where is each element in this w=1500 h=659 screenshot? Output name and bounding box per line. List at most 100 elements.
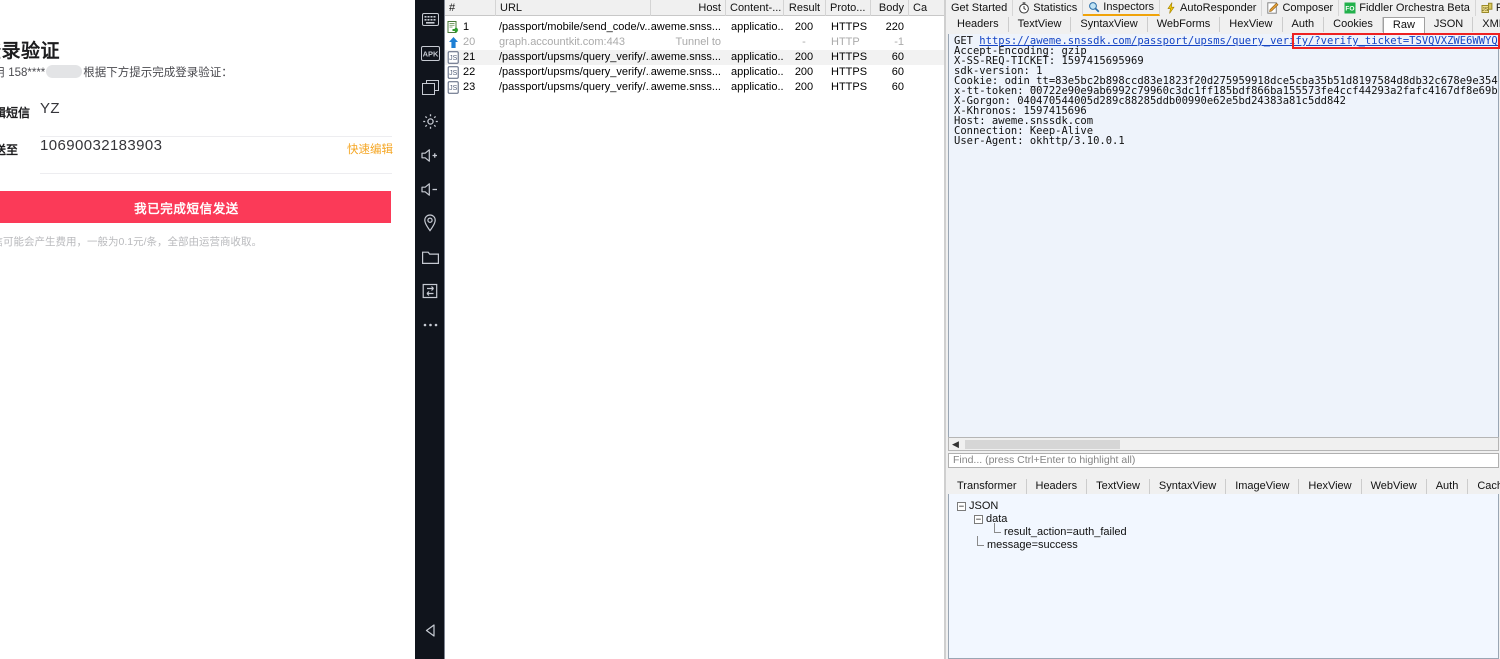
sms-content-value[interactable]: YZ bbox=[40, 100, 60, 117]
column-header-number[interactable]: # bbox=[445, 0, 495, 16]
location-pin-icon[interactable] bbox=[415, 206, 445, 240]
column-header-protocol[interactable]: Proto... bbox=[825, 0, 870, 16]
session-protocol-cell: HTTPS bbox=[831, 21, 868, 33]
session-protocol-cell: HTTPS bbox=[831, 51, 868, 63]
sms-sent-confirm-button[interactable]: 我已完成短信发送 bbox=[0, 191, 391, 223]
table-row[interactable]: JS 21 /passport/upsms/query_verify/... a… bbox=[445, 50, 945, 65]
tab-syntaxview[interactable]: SyntaxView bbox=[1071, 17, 1148, 32]
back-triangle-icon[interactable] bbox=[415, 613, 445, 647]
tab-composer[interactable]: Composer bbox=[1262, 0, 1340, 16]
tab-response-hexview[interactable]: HexView bbox=[1299, 478, 1362, 494]
tree-node-data[interactable]: − data bbox=[957, 513, 1498, 526]
collapse-toggle-icon[interactable]: − bbox=[957, 502, 966, 511]
session-body-cell: 220 bbox=[885, 21, 904, 33]
scrollbar-thumb[interactable] bbox=[965, 440, 1120, 449]
magnifier-icon bbox=[1089, 2, 1100, 13]
svg-text:APK: APK bbox=[422, 49, 438, 58]
raw-request-view[interactable]: GET https://aweme.snssdk.com/passport/up… bbox=[948, 34, 1499, 438]
tab-hexview[interactable]: HexView bbox=[1220, 17, 1283, 32]
more-icon[interactable] bbox=[415, 308, 445, 342]
rotate-icon[interactable] bbox=[415, 274, 445, 308]
svg-text:JS: JS bbox=[1482, 7, 1489, 13]
tab-xml[interactable]: XML bbox=[1473, 17, 1500, 32]
svg-text:JS: JS bbox=[449, 85, 458, 92]
horizontal-scrollbar[interactable]: ◀ bbox=[948, 437, 1499, 451]
table-row[interactable]: JS 22 /passport/upsms/query_verify/... a… bbox=[445, 65, 945, 80]
session-cache-cell bbox=[908, 35, 945, 50]
session-number-cell: JS 23 bbox=[445, 80, 495, 95]
volume-up-icon[interactable] bbox=[415, 138, 445, 172]
column-header-caching[interactable]: Ca bbox=[908, 0, 945, 16]
tab-json[interactable]: JSON bbox=[1425, 17, 1474, 32]
sms-recipient-value[interactable]: 10690032183903 bbox=[40, 137, 162, 154]
session-number-cell: 20 bbox=[445, 35, 495, 50]
app-root: 登录验证 使用 158**** 根据下方提示完成登录验证： 编辑短信 YZ 发送至… bbox=[0, 0, 1500, 659]
sms-recipient-label: 发送至 bbox=[0, 143, 19, 157]
tree-node-message[interactable]: message=success bbox=[957, 536, 1498, 552]
tree-node-label: data bbox=[986, 513, 1008, 525]
tab-response-textview[interactable]: TextView bbox=[1087, 478, 1150, 494]
column-header-host[interactable]: Host bbox=[650, 0, 725, 16]
tab-fiddler-script[interactable]: JS Fidd bbox=[1476, 0, 1500, 16]
script-icon: JS bbox=[447, 81, 459, 94]
volume-down-icon[interactable] bbox=[415, 172, 445, 206]
emulator-side-toolbar: APK bbox=[415, 0, 445, 659]
gear-icon[interactable] bbox=[415, 104, 445, 138]
column-header-body[interactable]: Body bbox=[870, 0, 908, 16]
tab-get-started[interactable]: Get Started bbox=[946, 0, 1014, 16]
tab-statistics[interactable]: Statistics bbox=[1013, 0, 1084, 16]
verify-ticket-param[interactable]: verify_ticket=TSVQVXZWE6WWYQXS7C9YG bbox=[1321, 35, 1498, 47]
svg-text:JS: JS bbox=[449, 55, 458, 62]
tab-fiddler-orchestra[interactable]: FO Fiddler Orchestra Beta bbox=[1339, 0, 1476, 16]
column-header-url[interactable]: URL bbox=[495, 0, 650, 16]
tab-cookies[interactable]: Cookies bbox=[1324, 17, 1383, 32]
find-input[interactable]: Find... (press Ctrl+Enter to highlight a… bbox=[948, 453, 1499, 468]
tab-headers[interactable]: Headers bbox=[948, 17, 1009, 32]
session-host-cell: aweme.snss... bbox=[650, 81, 721, 93]
session-content-type-cell: applicatio... bbox=[731, 21, 783, 33]
tab-autoresponder[interactable]: AutoResponder bbox=[1160, 0, 1263, 16]
tab-textview[interactable]: TextView bbox=[1009, 17, 1072, 32]
quick-edit-link[interactable]: 快速编辑 bbox=[347, 141, 393, 157]
tab-response-syntaxview[interactable]: SyntaxView bbox=[1150, 478, 1227, 494]
session-number-cell: JS 22 bbox=[445, 65, 495, 80]
instruction-suffix: 根据下方提示完成登录验证： bbox=[83, 67, 233, 79]
tree-node-root[interactable]: − JSON bbox=[957, 500, 1498, 513]
page-title: 登录验证 bbox=[0, 41, 61, 62]
session-cache-cell bbox=[908, 65, 945, 80]
session-url-cell: /passport/mobile/send_code/v... bbox=[499, 21, 650, 33]
apk-icon[interactable]: APK bbox=[415, 36, 445, 70]
folder-icon[interactable] bbox=[415, 240, 445, 274]
lightning-icon bbox=[1167, 2, 1175, 14]
tab-response-auth[interactable]: Auth bbox=[1427, 478, 1469, 494]
session-body-cell: 60 bbox=[891, 66, 904, 78]
session-number-cell: JS 21 bbox=[445, 50, 495, 65]
fo-icon: FO bbox=[1344, 2, 1356, 14]
tab-auth[interactable]: Auth bbox=[1283, 17, 1325, 32]
session-cache-cell bbox=[908, 50, 945, 65]
tab-raw[interactable]: Raw bbox=[1382, 16, 1425, 33]
table-row[interactable]: 1 /passport/mobile/send_code/v... aweme.… bbox=[445, 20, 945, 35]
column-header-content-type[interactable]: Content-... bbox=[725, 0, 783, 16]
tree-node-result-action[interactable]: result_action=auth_failed bbox=[957, 523, 1498, 539]
tab-response-headers[interactable]: Headers bbox=[1027, 478, 1088, 494]
response-json-tree[interactable]: − JSON − data result_action=auth_failed … bbox=[948, 494, 1499, 659]
tab-transformer[interactable]: Transformer bbox=[948, 478, 1027, 494]
tab-inspectors[interactable]: Inspectors bbox=[1083, 0, 1161, 16]
fiddler-main-tabs: Get Started Statistics Inspectors AutoRe… bbox=[946, 0, 1500, 16]
tab-response-imageview[interactable]: ImageView bbox=[1226, 478, 1300, 494]
sms-fee-note: 短信可能会产生费用，一般为0.1元/条，全部由运营商收取。 bbox=[0, 236, 263, 248]
tab-webforms[interactable]: WebForms bbox=[1148, 17, 1221, 32]
session-host-cell: aweme.snss... bbox=[650, 21, 721, 33]
collapse-toggle-icon[interactable]: − bbox=[974, 515, 983, 524]
column-header-result[interactable]: Result bbox=[783, 0, 825, 16]
header-line: User-Agent: okhttp/3.10.0.1 bbox=[954, 135, 1125, 147]
fiddler-session-list[interactable]: # URL Host Content-... Result Proto... B… bbox=[445, 0, 945, 659]
tab-response-caching[interactable]: Caching bbox=[1468, 479, 1500, 494]
table-row[interactable]: 20 graph.accountkit.com:443 Tunnel to - … bbox=[445, 35, 945, 50]
multi-window-icon[interactable] bbox=[415, 70, 445, 104]
scroll-left-arrow-icon[interactable]: ◀ bbox=[949, 438, 962, 450]
keyboard-icon[interactable] bbox=[415, 2, 445, 36]
tab-response-webview[interactable]: WebView bbox=[1362, 478, 1427, 494]
table-row[interactable]: JS 23 /passport/upsms/query_verify/... a… bbox=[445, 80, 945, 95]
